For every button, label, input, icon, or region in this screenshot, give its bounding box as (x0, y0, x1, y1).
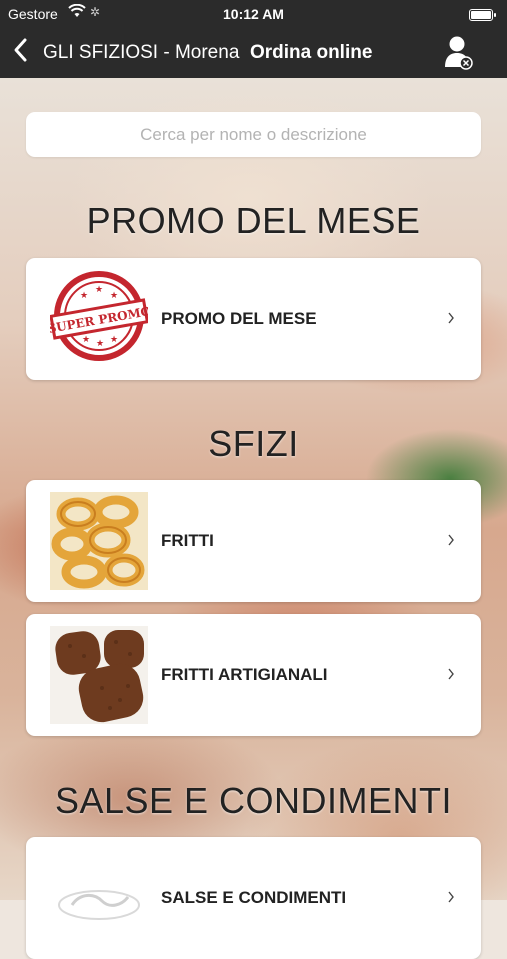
page-name: Ordina online (249, 42, 373, 63)
nav-title: GLI SFIZIOSI - Morena Ordina online (43, 42, 372, 64)
svg-text:★: ★ (110, 291, 118, 301)
super-promo-stamp-image: ★ ★ ★ ★ ★ ★ SUPER PROMO (50, 270, 148, 368)
category-label: FRITTI ARTIGIANALI (161, 665, 328, 684)
section-title-salse: SALSE E CONDIMENTI (54, 780, 453, 821)
chevron-right-icon (448, 668, 454, 680)
svg-text:★: ★ (82, 335, 90, 345)
category-label: FRITTI (161, 531, 214, 550)
status-bar: Gestore ✲ 10:12 AM (0, 0, 507, 28)
chevron-right-icon (448, 534, 454, 546)
gli-sfiziosi-logo-image (50, 849, 148, 947)
svg-text:★: ★ (96, 339, 104, 349)
category-card-fritti-artigianali[interactable]: FRITTI ARTIGIANALI (26, 614, 481, 736)
svg-text:★: ★ (95, 285, 103, 295)
chevron-right-icon (448, 312, 454, 324)
croquettes-image (50, 626, 148, 724)
battery-icon (469, 9, 496, 21)
category-card-salse[interactable]: SALSE E CONDIMENTI (26, 837, 481, 959)
nav-bar: GLI SFIZIOSI - Morena Ordina online (0, 28, 507, 78)
category-label: SALSE E CONDIMENTI (161, 888, 347, 907)
category-card-fritti[interactable]: FRITTI (26, 480, 481, 602)
store-name: GLI SFIZIOSI - Morena (43, 42, 240, 63)
chevron-left-icon (14, 38, 27, 62)
onion-rings-image (50, 492, 148, 590)
search-input[interactable] (26, 123, 481, 146)
user-logout-icon (445, 36, 473, 70)
back-button[interactable] (12, 36, 28, 64)
svg-text:★: ★ (110, 335, 118, 345)
clock: 10:12 AM (223, 6, 284, 22)
category-label: PROMO DEL MESE (161, 309, 317, 328)
category-card-promo[interactable]: ★ ★ ★ ★ ★ ★ SUPER PROMO PROMO DEL MESE (26, 258, 481, 380)
svg-text:★: ★ (80, 291, 88, 301)
account-button[interactable] (443, 35, 475, 71)
section-title-promo: PROMO DEL MESE (86, 200, 421, 241)
search-box[interactable] (26, 112, 481, 157)
chevron-right-icon (448, 891, 454, 903)
section-title-sfizi: SFIZI (208, 423, 299, 464)
